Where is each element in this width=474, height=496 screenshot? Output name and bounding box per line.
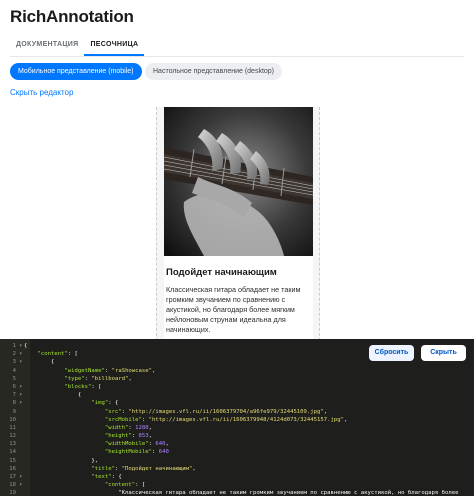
code-line[interactable]: 6 ▾ "blocks": [ [0,383,474,391]
line-number: 1 [12,343,16,349]
code-text: "title": "Подойдет начинающим", [91,465,196,472]
fold-arrow-icon[interactable]: ▾ [19,350,22,358]
code-line[interactable]: 19 "Классическая гитара обладает не таки… [0,489,474,496]
fold-arrow-icon[interactable]: ▾ [19,481,22,489]
code-text: }, [24,457,99,464]
code-text: "heightMobile": 640 [104,449,169,456]
page-title: RichAnnotation [10,7,134,26]
code-line[interactable]: 13 "widthMobile": 640, [0,440,474,448]
line-number: 16 [9,465,16,472]
code-text: { [24,359,55,366]
tab-documentation[interactable]: ДОКУМЕНТАЦИЯ [10,36,84,56]
line-number: 7 [12,392,16,399]
code-text: "type": "billboard", [64,375,132,382]
line-number: 11 [9,424,16,431]
desktop-view-button[interactable]: Настольное представление (desktop) [145,63,282,80]
code-text: { [24,392,82,399]
code-line[interactable]: 10 "srcMobile": "http://images.vfl.ru/ii… [0,416,474,424]
line-number: 4 [12,367,16,374]
code-text: "widgetName": "raShowcase", [64,367,156,374]
line-number: 6 [12,383,16,390]
fold-arrow-icon[interactable]: ▾ [19,391,22,399]
line-number: 2 [12,351,16,358]
code-line[interactable]: 8 ▾ "img": { [0,399,474,407]
code-text: { [24,343,28,349]
line-number: 10 [9,416,16,423]
fold-arrow-icon[interactable]: ▾ [19,383,22,391]
line-number: 18 [9,482,16,489]
hide-button[interactable]: Скрыть [421,345,466,361]
code-text: "content": [ [104,482,146,489]
tab-sandbox[interactable]: ПЕСОЧНИЦА [84,36,145,56]
fold-arrow-icon[interactable]: ▾ [19,399,22,407]
code-line[interactable]: 12 "height": 853, [0,432,474,440]
code-text: "text": { [91,474,122,480]
code-text: "img": { [91,400,119,407]
code-line[interactable]: 5 "type": "billboard", [0,375,474,383]
code-text: "widthMobile": 640, [104,441,169,448]
code-text: "srcMobile": "http://images.vfl.ru/ii/16… [104,416,348,423]
code-line[interactable]: 16 "title": "Подойдет начинающим", [0,465,474,473]
code-line[interactable]: 7 ▾ { [0,391,474,399]
line-number: 13 [9,441,16,448]
code-text: "height": 853, [104,433,153,440]
code-text: "src": "http://images.vfl.ru/ii/16063797… [104,408,328,415]
fold-arrow-icon[interactable]: ▾ [19,358,22,366]
code-area[interactable]: 1 ▾{2 ▾ "content": [3 ▾ {4 "widgetName": "r… [0,342,474,496]
card-heading: Подойдет начинающим [166,267,277,278]
guitar-photo [164,107,313,256]
mobile-view-button[interactable]: Мобильное представление (mobile) [10,63,142,80]
line-number: 17 [9,474,16,480]
code-line[interactable]: 14 "heightMobile": 640 [0,448,474,456]
code-text: "blocks": [ [64,383,102,390]
hide-editor-link[interactable]: Скрыть редактор [10,88,73,97]
line-number: 14 [9,449,16,456]
code-text: "Классическая гитара обладает не таким г… [24,490,459,496]
tab-bar: ДОКУМЕНТАЦИЯ ПЕСОЧНИЦА [10,36,145,56]
line-number: 9 [12,408,16,415]
fold-arrow-icon[interactable]: ▾ [19,473,22,481]
line-number: 15 [9,457,16,464]
line-number: 3 [12,359,16,366]
line-number: 8 [12,400,16,407]
line-number: 19 [9,490,16,496]
card-text: Классическая гитара обладает не таким гр… [166,285,301,334]
code-line[interactable]: 11 "width": 1280, [0,424,474,432]
fold-arrow-icon[interactable]: ▾ [19,342,22,350]
code-line[interactable]: 15 }, [0,457,474,465]
json-editor[interactable]: 1 ▾{2 ▾ "content": [3 ▾ {4 "widgetName": "r… [0,339,474,496]
tabs-divider [10,56,464,57]
reset-button[interactable]: Сбросить [369,345,414,361]
line-number: 12 [9,433,16,440]
code-text: "width": 1280, [104,424,153,431]
code-line[interactable]: 9 "src": "http://images.vfl.ru/ii/160637… [0,408,474,416]
code-line[interactable]: 18 ▾ "content": [ [0,481,474,489]
code-line[interactable]: 17 ▾ "text": { [0,473,474,481]
code-line[interactable]: 4 "widgetName": "raShowcase", [0,367,474,375]
code-text: "content": [ [37,351,78,358]
line-number: 5 [12,375,16,382]
